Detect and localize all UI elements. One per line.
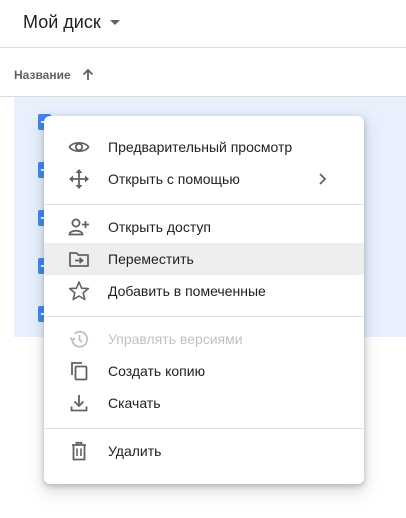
copy-icon <box>68 360 90 382</box>
menu-item-make-copy[interactable]: Создать копию <box>44 355 364 387</box>
menu-item-share[interactable]: Открыть доступ <box>44 211 364 243</box>
menu-item-preview[interactable]: Предварительный просмотр <box>44 131 364 163</box>
menu-item-manage-versions: Управлять версиями <box>44 323 364 355</box>
context-menu: Предварительный просмотр Открыть с помощ… <box>44 116 364 484</box>
menu-item-label: Создать копию <box>108 363 206 379</box>
menu-item-add-starred[interactable]: Добавить в помеченные <box>44 275 364 307</box>
menu-item-label: Предварительный просмотр <box>108 139 293 155</box>
move-arrows-icon <box>68 168 90 190</box>
eye-icon <box>68 136 90 158</box>
menu-divider <box>44 316 364 317</box>
menu-item-label: Открыть доступ <box>108 219 211 235</box>
add-person-icon <box>68 216 90 238</box>
trash-icon <box>68 440 90 462</box>
menu-item-label: Управлять версиями <box>108 331 243 347</box>
name-column-header[interactable]: Название <box>14 68 95 82</box>
star-icon <box>68 280 90 302</box>
menu-item-move[interactable]: Переместить <box>44 243 364 275</box>
menu-item-label: Добавить в помеченные <box>108 283 266 299</box>
menu-divider <box>44 204 364 205</box>
download-icon <box>68 392 90 414</box>
my-drive-dropdown[interactable]: Мой диск <box>23 12 120 33</box>
chevron-right-icon <box>318 172 328 191</box>
top-bar: Мой диск <box>0 0 406 48</box>
page-title: Мой диск <box>23 12 101 32</box>
menu-item-label: Открыть с помощью <box>108 171 240 187</box>
menu-item-open-with[interactable]: Открыть с помощью <box>44 163 364 195</box>
sort-arrow-up-icon[interactable] <box>81 68 95 82</box>
menu-item-download[interactable]: Скачать <box>44 387 364 419</box>
menu-item-label: Удалить <box>108 443 162 459</box>
history-icon <box>68 328 90 350</box>
menu-item-label: Переместить <box>108 251 194 267</box>
menu-item-label: Скачать <box>108 395 161 411</box>
menu-divider <box>44 428 364 429</box>
move-to-folder-icon <box>68 248 90 270</box>
menu-item-delete[interactable]: Удалить <box>44 435 364 467</box>
caret-down-icon <box>109 20 120 25</box>
name-column-label: Название <box>14 68 71 82</box>
